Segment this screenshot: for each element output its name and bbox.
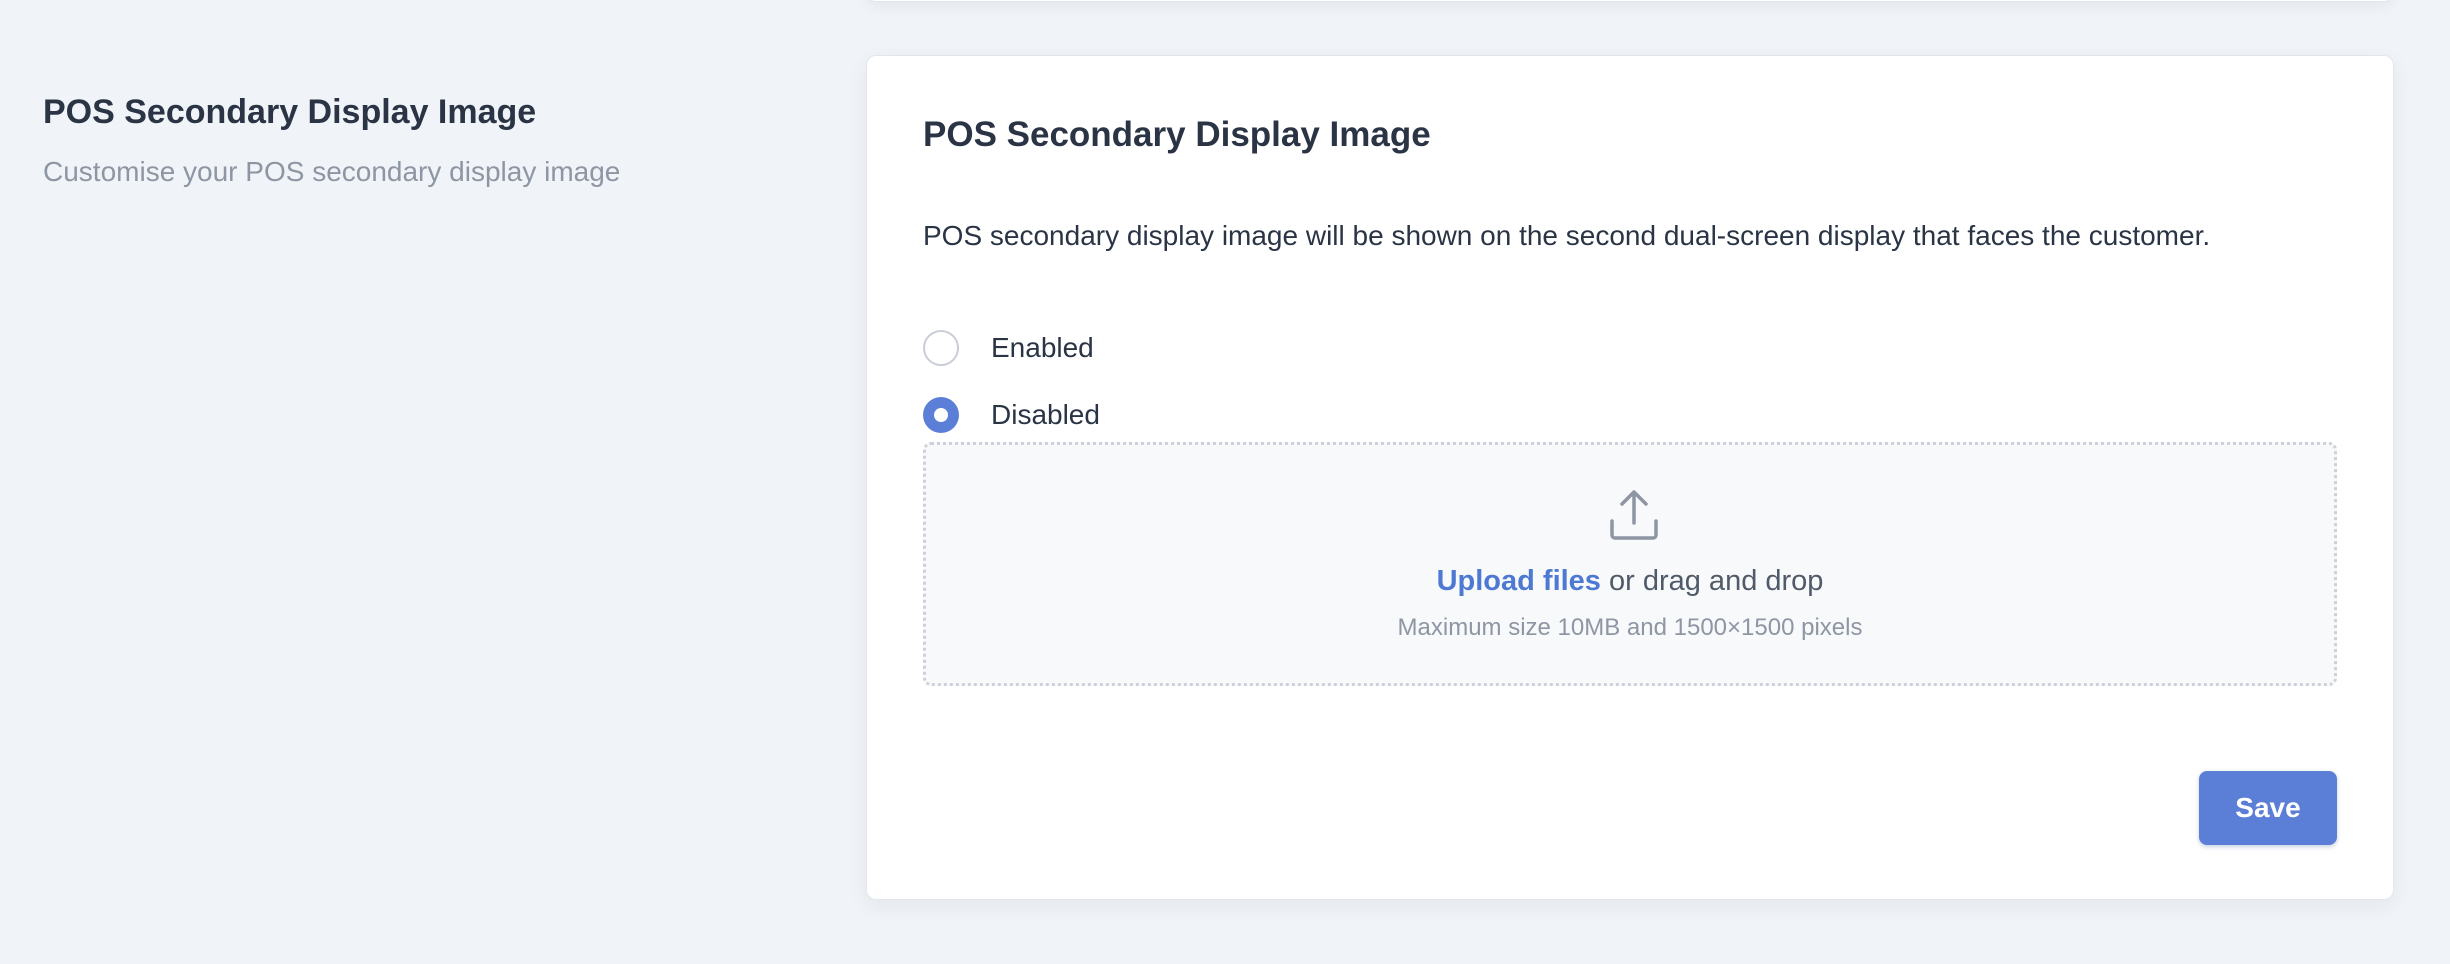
file-dropzone[interactable]: Upload files or drag and drop Maximum si… [923, 442, 2337, 686]
radio-enabled[interactable]: Enabled [923, 330, 1094, 366]
previous-settings-card [866, 0, 2394, 2]
drag-drop-text: or drag and drop [1600, 565, 1824, 597]
section-title: POS Secondary Display Image [43, 93, 537, 131]
section-subtitle: Customise your POS secondary display ima… [43, 156, 621, 187]
radio-enabled-circle[interactable] [923, 330, 959, 366]
settings-page: POS Secondary Display Image Customise yo… [0, 0, 2450, 964]
radio-disabled-circle[interactable] [923, 397, 959, 433]
section-info: POS Secondary Display Image Customise yo… [43, 92, 803, 190]
radio-disabled[interactable]: Disabled [923, 397, 1100, 433]
card-description: POS secondary display image will be show… [923, 220, 2211, 251]
upload-size-hint: Maximum size 10MB and 1500×1500 pixels [1397, 614, 1863, 641]
upload-icon [1610, 490, 1658, 540]
upload-files-link[interactable]: Upload files [1437, 565, 1601, 597]
save-button[interactable]: Save [2199, 771, 2337, 845]
card-title: POS Secondary Display Image [923, 115, 1431, 154]
radio-disabled-label: Disabled [991, 399, 1100, 430]
dropzone-instructions: Upload files or drag and drop [926, 563, 2334, 599]
radio-enabled-label: Enabled [991, 332, 1094, 363]
secondary-display-card: POS Secondary Display Image POS secondar… [866, 55, 2394, 900]
